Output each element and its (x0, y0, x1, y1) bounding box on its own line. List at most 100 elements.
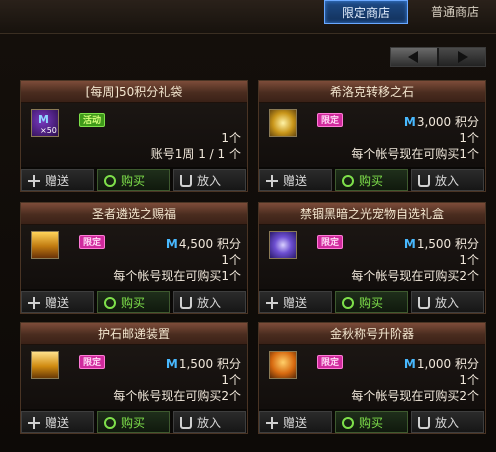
buy-label: 购买 (121, 174, 146, 188)
cart-icon (180, 175, 192, 187)
mileage-icon: M (403, 115, 416, 129)
limited-badge: 限定 (317, 113, 343, 127)
price-value: 3,000 积分 (416, 115, 479, 129)
buy-button[interactable]: 购买 (335, 169, 408, 191)
gift-icon (28, 297, 40, 309)
add-to-cart-button[interactable]: 放入 (173, 169, 246, 191)
title-upgrade-icon[interactable] (269, 351, 297, 379)
cart-label: 放入 (197, 174, 222, 188)
buy-button[interactable]: 购买 (97, 291, 170, 313)
item-actions: 赠送 购买 放入 (259, 169, 485, 191)
item-title: 圣者遴选之赐福 (21, 203, 247, 225)
item-actions: 赠送 购买 放入 (259, 411, 485, 433)
gift-button[interactable]: 赠送 (259, 411, 332, 433)
item-body: 限定 M4,500 积分 1个 每个帐号现在可购买1个 (21, 225, 247, 289)
price-value: 4,500 积分 (178, 237, 241, 251)
next-page-button[interactable] (439, 48, 485, 66)
buy-label: 购买 (359, 416, 384, 430)
item-actions: 赠送 购买 放入 (259, 291, 485, 313)
buy-button[interactable]: 购买 (335, 291, 408, 313)
cart-icon (180, 297, 192, 309)
item-body: 限定 M1,500 积分 1个 每个帐号现在可购买2个 (21, 345, 247, 409)
buy-icon (342, 175, 354, 187)
item-title: [每周]50积分礼袋 (21, 81, 247, 103)
item-title: 护石邮递装置 (21, 323, 247, 345)
purchase-limit: 每个帐号现在可购买2个 (351, 269, 479, 283)
add-to-cart-button[interactable]: 放入 (411, 169, 484, 191)
limited-badge: 限定 (79, 235, 105, 249)
item-body: 限定 M3,000 积分 1个 每个帐号现在可购买1个 (259, 103, 485, 167)
gift-button[interactable]: 赠送 (21, 169, 94, 191)
shop-item-card: 护石邮递装置 限定 M1,500 积分 1个 每个帐号现在可购买2个 赠送 购买… (20, 322, 248, 434)
item-title: 禁锢黑暗之光宠物自选礼盒 (259, 203, 485, 225)
cart-label: 放入 (197, 416, 222, 430)
buy-button[interactable]: 购买 (97, 411, 170, 433)
cart-icon (418, 297, 430, 309)
left-arrow-icon (408, 51, 418, 63)
tab-normal-shop[interactable]: 普通商店 (414, 0, 496, 24)
add-to-cart-button[interactable]: 放入 (173, 411, 246, 433)
purchase-limit: 账号1周 1 / 1 个 (150, 147, 241, 161)
gift-icon (266, 297, 278, 309)
item-price: M1,500 积分 (404, 235, 479, 252)
buy-label: 购买 (359, 174, 384, 188)
gift-icon (28, 175, 40, 187)
golden-stone-icon[interactable] (269, 109, 297, 137)
price-value: 1,000 积分 (416, 357, 479, 371)
mileage-icon: M (403, 237, 416, 251)
cart-icon (180, 417, 192, 429)
tab-limited-shop[interactable]: 限定商店 (324, 0, 408, 24)
cart-label: 放入 (435, 416, 460, 430)
gift-button[interactable]: 赠送 (21, 291, 94, 313)
icon-qty: ×50 (40, 126, 57, 135)
price-value: 1,500 积分 (416, 237, 479, 251)
buy-label: 购买 (121, 296, 146, 310)
cart-label: 放入 (197, 296, 222, 310)
mileage-icon: M (165, 237, 178, 251)
add-to-cart-button[interactable]: 放入 (411, 291, 484, 313)
mileage-icon: M (165, 357, 178, 371)
item-price: M3,000 积分 (404, 113, 479, 130)
item-body: M ×50 活动 1个 账号1周 1 / 1 个 (21, 103, 247, 167)
shop-item-card: 希洛克转移之石 限定 M3,000 积分 1个 每个帐号现在可购买1个 赠送 购… (258, 80, 486, 192)
gift-button[interactable]: 赠送 (21, 411, 94, 433)
item-qty: 1个 (221, 373, 241, 387)
item-title: 希洛克转移之石 (259, 81, 485, 103)
pet-box-icon[interactable] (269, 231, 297, 259)
purchase-limit: 每个帐号现在可购买2个 (351, 389, 479, 403)
buy-icon (342, 417, 354, 429)
gift-button[interactable]: 赠送 (259, 291, 332, 313)
treasure-chest-icon[interactable] (31, 231, 59, 259)
gift-icon (266, 175, 278, 187)
buy-button[interactable]: 购买 (97, 169, 170, 191)
purchase-limit: 每个帐号现在可购买2个 (113, 389, 241, 403)
cart-icon (418, 417, 430, 429)
buy-button[interactable]: 购买 (335, 411, 408, 433)
item-qty: 1个 (459, 253, 479, 267)
item-price: M1,500 积分 (166, 355, 241, 372)
purchase-limit: 每个帐号现在可购买1个 (113, 269, 241, 283)
item-qty: 1个 (459, 131, 479, 145)
gift-label: 赠送 (283, 174, 308, 188)
gift-icon (28, 417, 40, 429)
item-qty: 1个 (221, 131, 241, 145)
gift-icon (266, 417, 278, 429)
prev-page-button[interactable] (391, 48, 437, 66)
buy-label: 购买 (359, 296, 384, 310)
cart-label: 放入 (435, 174, 460, 188)
buy-label: 购买 (121, 416, 146, 430)
gift-button[interactable]: 赠送 (259, 169, 332, 191)
buy-icon (104, 297, 116, 309)
add-to-cart-button[interactable]: 放入 (411, 411, 484, 433)
item-actions: 赠送 购买 放入 (21, 291, 247, 313)
price-value: 1,500 积分 (178, 357, 241, 371)
add-to-cart-button[interactable]: 放入 (173, 291, 246, 313)
item-price: M4,500 积分 (166, 235, 241, 252)
pager (390, 47, 486, 67)
shop-panel: [每周]50积分礼袋 M ×50 活动 1个 账号1周 1 / 1 个 赠送 购… (0, 34, 496, 452)
gift-label: 赠送 (283, 416, 308, 430)
item-qty: 1个 (459, 373, 479, 387)
mileage-box-icon[interactable]: M ×50 (31, 109, 59, 137)
gold-box-icon[interactable] (31, 351, 59, 379)
limited-badge: 限定 (317, 355, 343, 369)
